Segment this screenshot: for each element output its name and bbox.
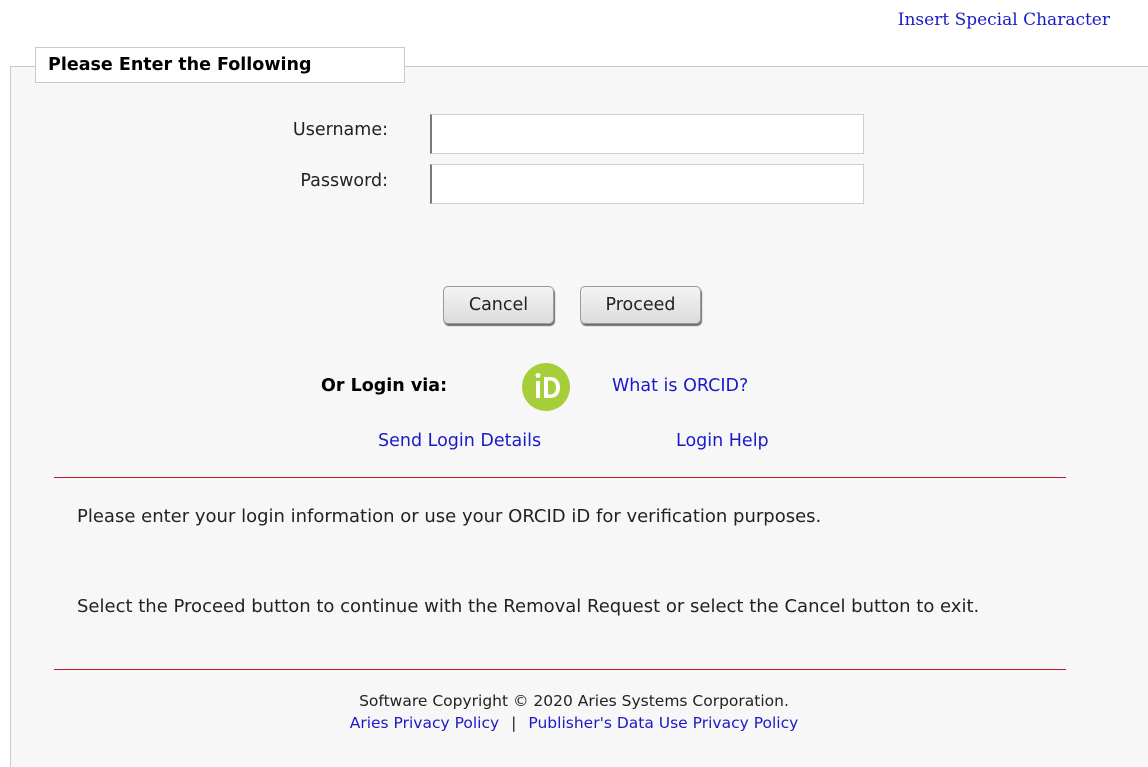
login-help-link[interactable]: Login Help <box>676 431 769 451</box>
copyright-text: Software Copyright © 2020 Aries Systems … <box>359 692 789 710</box>
orcid-login-label: Or Login via: <box>321 376 448 396</box>
info-text-login: Please enter your login information or u… <box>77 506 822 527</box>
footer-links: Aries Privacy Policy | Publisher's Data Us… <box>0 712 1148 734</box>
proceed-button[interactable]: Proceed <box>580 286 701 324</box>
orcid-id-icon[interactable] <box>522 363 570 411</box>
orcid-glyph-icon <box>535 373 560 398</box>
send-login-details-link[interactable]: Send Login Details <box>378 431 541 451</box>
insert-special-character-link[interactable]: Insert Special Character <box>898 10 1110 30</box>
publisher-privacy-policy-link[interactable]: Publisher's Data Use Privacy Policy <box>528 714 798 732</box>
cancel-button[interactable]: Cancel <box>443 286 554 324</box>
username-label: Username: <box>292 120 388 140</box>
what-is-orcid-link[interactable]: What is ORCID? <box>612 376 748 396</box>
panel-legend: Please Enter the Following <box>35 47 405 83</box>
password-input[interactable] <box>430 164 864 204</box>
info-text-proceed: Select the Proceed button to continue wi… <box>77 596 980 617</box>
aries-privacy-policy-link[interactable]: Aries Privacy Policy <box>350 714 499 732</box>
divider-bottom <box>54 669 1066 670</box>
divider-top <box>54 477 1066 478</box>
footer: Software Copyright © 2020 Aries Systems … <box>0 690 1148 734</box>
username-input[interactable] <box>430 114 864 154</box>
password-label: Password: <box>300 171 388 191</box>
footer-separator: | <box>511 714 517 732</box>
